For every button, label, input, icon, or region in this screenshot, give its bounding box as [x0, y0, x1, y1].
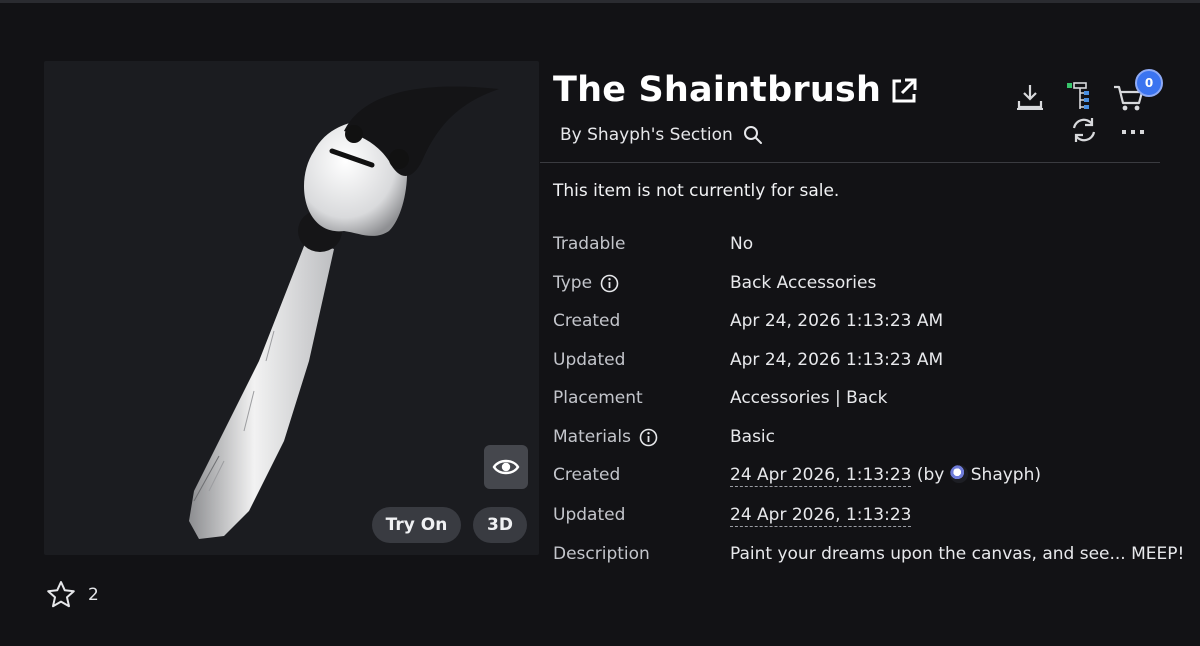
detail-value: Back Accessories	[730, 273, 877, 293]
creator-link[interactable]: By Shayph's Section	[560, 125, 733, 145]
detail-value: Apr 24, 2026 1:13:23 AM	[730, 350, 944, 370]
created-timestamp[interactable]: 24 Apr 2026, 1:13:23	[730, 465, 912, 487]
detail-label: Updated	[553, 505, 626, 525]
external-link-icon[interactable]	[889, 76, 919, 106]
item-description: Paint your dreams upon the canvas, and s…	[730, 544, 1185, 564]
detail-value: Basic	[730, 427, 776, 447]
try-on-button[interactable]: Try On	[372, 507, 461, 543]
detail-label: Created	[553, 465, 621, 485]
refresh-icon[interactable]	[1070, 116, 1098, 144]
detail-value: Accessories | Back	[730, 388, 888, 408]
detail-label: Updated	[553, 350, 626, 370]
item-header: The Shaintbrush	[553, 70, 919, 110]
favorite-button[interactable]: 2	[46, 580, 99, 609]
favorite-count: 2	[88, 584, 99, 605]
more-icon[interactable]	[1121, 128, 1145, 136]
item-thumbnail-image	[189, 86, 499, 539]
cart-count-badge: 0	[1135, 69, 1163, 97]
detail-value: No	[730, 234, 754, 254]
created-by-suffix: )	[1034, 465, 1042, 485]
search-icon[interactable]	[743, 125, 763, 145]
detail-label: Description	[553, 544, 650, 564]
detail-value: Apr 24, 2026 1:13:23 AM	[730, 311, 944, 331]
eye-icon	[492, 459, 520, 475]
star-icon	[47, 581, 75, 608]
sale-status-text: This item is not currently for sale.	[553, 181, 840, 201]
detail-label: Materials	[553, 427, 631, 447]
preview-toggle-button[interactable]	[484, 445, 528, 489]
creator-name-link[interactable]: Shayph	[971, 465, 1035, 485]
header-divider	[540, 162, 1160, 163]
hierarchy-icon[interactable]	[1066, 82, 1094, 112]
3d-view-button[interactable]: 3D	[473, 507, 527, 543]
detail-label: Type	[553, 273, 593, 293]
download-icon[interactable]	[1015, 82, 1045, 112]
created-by-prefix: (by	[916, 465, 950, 485]
detail-label: Tradable	[553, 234, 626, 254]
creator-byline[interactable]: By Shayph's Section	[560, 125, 763, 145]
detail-label: Placement	[553, 388, 643, 408]
top-divider	[0, 0, 1200, 3]
item-title: The Shaintbrush	[553, 70, 882, 110]
item-preview[interactable]: Try On 3D	[44, 61, 539, 555]
creator-avatar	[949, 465, 968, 483]
updated-timestamp[interactable]: 24 Apr 2026, 1:13:23	[730, 505, 912, 527]
info-icon[interactable]	[639, 428, 658, 447]
detail-label: Created	[553, 311, 621, 331]
info-icon[interactable]	[600, 274, 619, 293]
